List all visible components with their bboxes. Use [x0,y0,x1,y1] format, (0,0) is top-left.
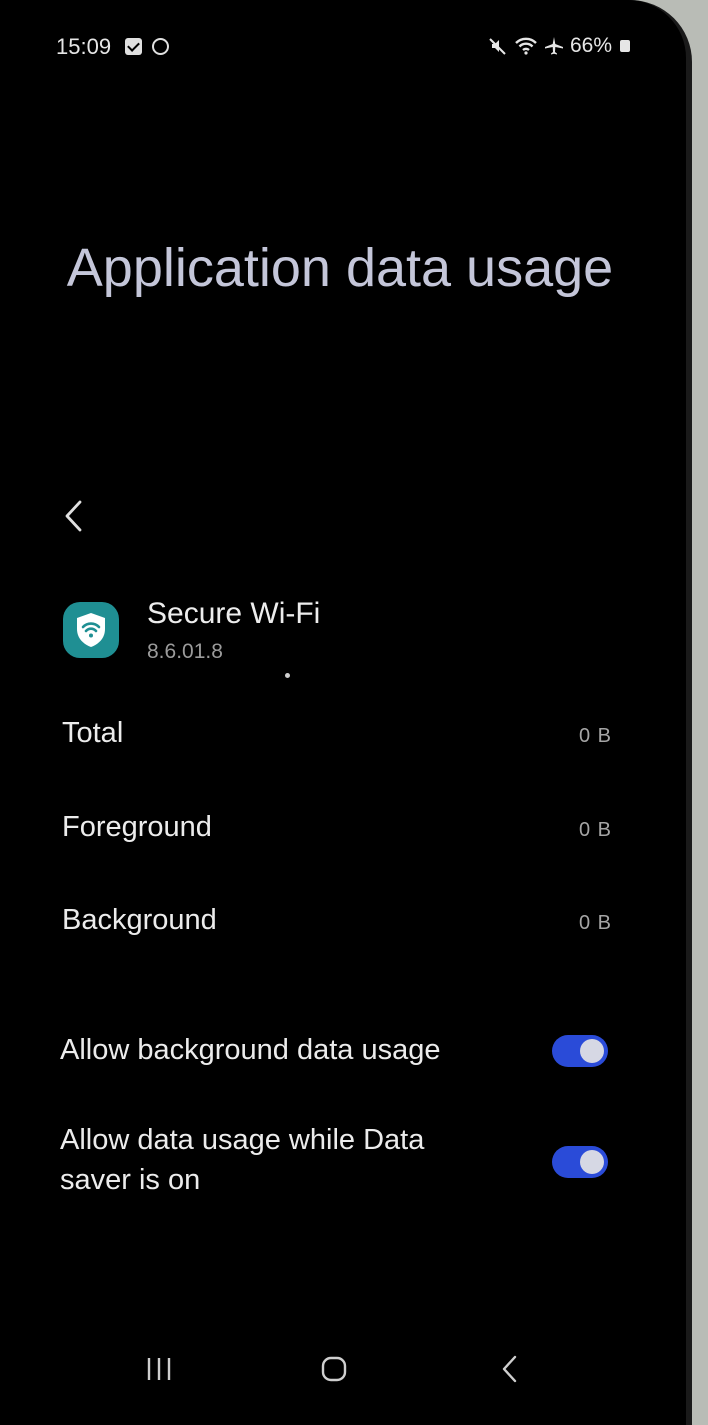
usage-row-background: Background 0 B [62,904,612,954]
chevron-left-icon [65,500,82,532]
usage-value: 0 B [578,819,612,841]
page-title: Application data usage [66,238,614,298]
toggle-row-data-saver[interactable]: Allow data usage while Data saver is on [60,1120,610,1205]
usage-value: 0 B [578,912,612,934]
recents-button[interactable] [134,1347,184,1391]
usage-row-foreground: Foreground 0 B [62,811,612,861]
toggle-label: Allow data usage while Data saver is on [60,1124,425,1196]
wifi-icon [515,37,537,55]
toggle-knob [580,1150,604,1174]
status-time: 15:09 [56,34,112,59]
toggle-row-background-data[interactable]: Allow background data usage [60,1030,610,1075]
shield-wifi-icon [77,613,105,647]
usage-value: 0 B [578,725,612,747]
background-data-toggle[interactable] [552,1035,608,1067]
status-icons: 66% [488,34,630,58]
back-icon [502,1355,517,1383]
status-bar: 15:09 66% [0,0,686,90]
mute-icon [489,38,506,55]
loading-dot [285,673,290,678]
toggle-knob [580,1039,604,1063]
usage-row-total: Total 0 B [62,717,612,767]
usage-label: Total [62,717,124,749]
app-icon [63,602,119,658]
navigation-bar [0,1335,686,1405]
nav-back-button[interactable] [486,1347,536,1391]
gallery-check-icon [125,38,142,55]
app-name: Secure Wi-Fi [147,597,321,630]
data-saver-toggle[interactable] [552,1146,608,1178]
home-icon [321,1356,347,1382]
battery-icon [620,40,630,52]
back-button[interactable] [56,494,96,538]
recents-icon [147,1358,171,1380]
app-version: 8.6.01.8 [147,640,223,663]
home-button[interactable] [309,1347,359,1391]
phone-screen: 15:09 66% Application data usage Secure … [0,0,686,1425]
usage-label: Foreground [62,811,212,843]
toggle-label: Allow background data usage [60,1034,441,1066]
airplane-icon [544,37,563,55]
battery-percent: 66% [569,34,612,57]
usage-label: Background [62,904,217,936]
sync-circle-icon [152,38,169,55]
